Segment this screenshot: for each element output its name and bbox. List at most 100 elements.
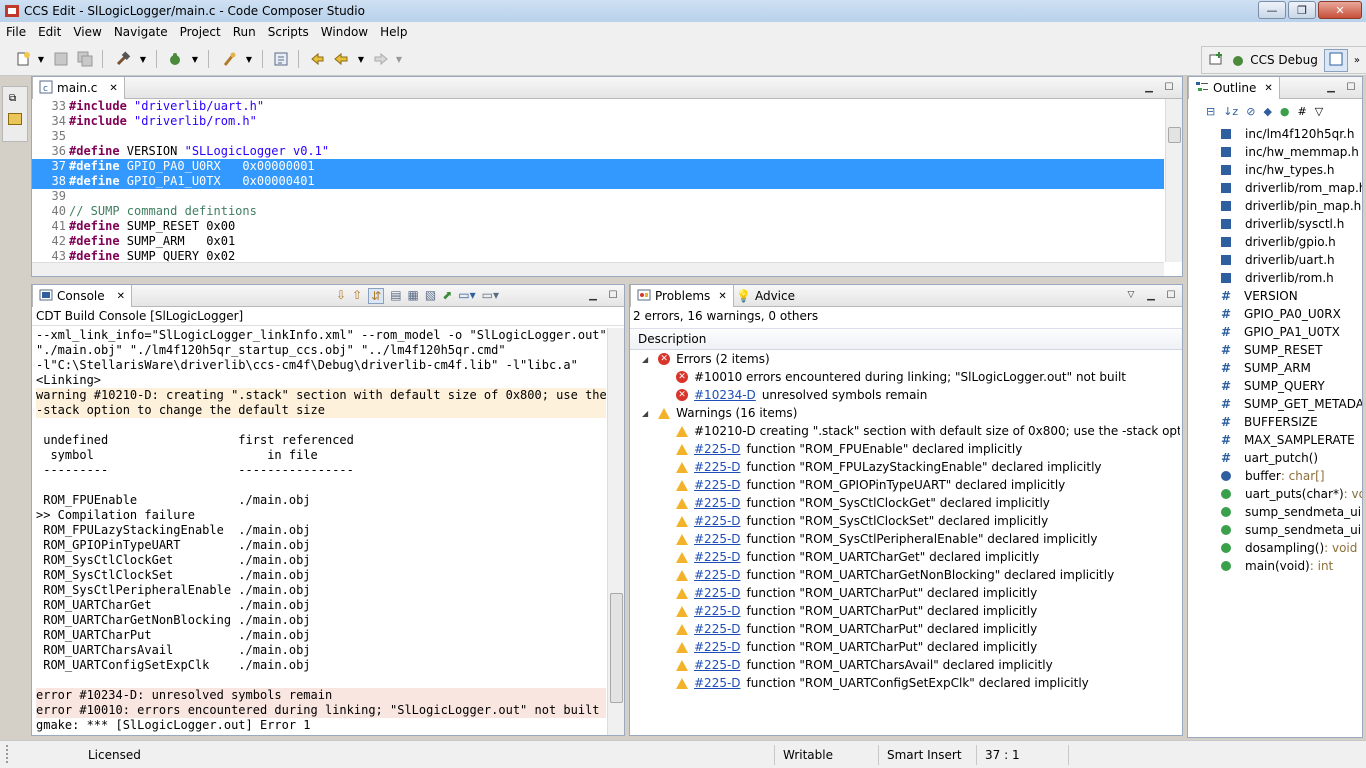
close-tab-icon[interactable]: ✕ <box>1264 83 1272 94</box>
problem-code-link[interactable]: #225-D <box>694 514 741 528</box>
minimize-view-icon[interactable]: ▁ <box>1142 80 1156 94</box>
dropdown-arrow-icon[interactable]: ▼ <box>352 50 370 68</box>
tab-console[interactable]: Console ✕ <box>32 285 133 307</box>
code-line[interactable]: 33 #include "driverlib/uart.h" <box>32 99 1164 114</box>
menu-navigate[interactable]: Navigate <box>108 25 174 39</box>
warning-row[interactable]: #225-D function "ROM_UARTCharPut" declare… <box>630 638 1180 656</box>
flash-icon[interactable] <box>220 50 238 68</box>
code-line[interactable]: 34 #include "driverlib/rom.h" <box>32 114 1164 129</box>
problem-code-link[interactable]: #225-D <box>694 550 741 564</box>
code-line[interactable]: 40// SUMP command defintions <box>32 204 1164 219</box>
outline-item[interactable]: # VERSION <box>1188 287 1362 305</box>
warning-row[interactable]: #225-D function "ROM_UARTCharPut" declare… <box>630 602 1180 620</box>
code-line[interactable]: 39 <box>32 189 1164 204</box>
outline-item[interactable]: inc/lm4f120h5qr.h <box>1188 125 1362 143</box>
scroll-down-icon[interactable]: ⇩ <box>336 288 346 304</box>
copy-icon[interactable]: ▤ <box>390 288 401 304</box>
close-tab-icon[interactable]: ✕ <box>109 83 117 94</box>
problem-code-link[interactable]: #225-D <box>694 658 741 672</box>
menu-run[interactable]: Run <box>227 25 262 39</box>
outline-item[interactable]: buffer : char[] <box>1188 467 1362 485</box>
view-menu-icon[interactable]: ▽ <box>1315 105 1323 118</box>
tab-main-c[interactable]: c main.c ✕ <box>32 77 125 99</box>
outline-item[interactable]: inc/hw_memmap.h <box>1188 143 1362 161</box>
sort-icon[interactable]: ↓z <box>1223 105 1238 118</box>
hide-non-public-icon[interactable]: ● <box>1280 105 1290 118</box>
outline-item[interactable]: # BUFFERSIZE <box>1188 413 1362 431</box>
outline-item[interactable]: sump_sendmeta_uint <box>1188 521 1362 539</box>
console-output[interactable]: --xml_link_info="SlLogicLogger_linkInfo.… <box>32 328 624 735</box>
warnings-group[interactable]: ◢ Warnings (16 items) <box>630 404 1180 422</box>
scrollbar-thumb[interactable] <box>610 593 623 703</box>
maximize-view-icon[interactable]: ☐ <box>1164 288 1178 302</box>
outline-item[interactable]: # SUMP_ARM <box>1188 359 1362 377</box>
forward-arrow-icon[interactable] <box>372 50 390 68</box>
problem-code-link[interactable]: #225-D <box>694 604 741 618</box>
scrollbar-thumb[interactable] <box>1168 127 1181 143</box>
problem-code-link[interactable]: #225-D <box>694 532 741 546</box>
problem-code-link[interactable]: #225-D <box>694 568 741 582</box>
code-line[interactable]: 36 #define VERSION "SLLogicLogger v0.1" <box>32 144 1164 159</box>
save-all-icon[interactable] <box>76 50 94 68</box>
warning-row[interactable]: #225-D function "ROM_UARTCharPut" declare… <box>630 620 1180 638</box>
terminal-icon[interactable] <box>272 50 290 68</box>
maximize-button[interactable]: ❐ <box>1288 1 1316 19</box>
menu-edit[interactable]: Edit <box>32 25 67 39</box>
code-line[interactable]: 42 #define SUMP_ARM 0x01 <box>32 234 1164 249</box>
dropdown-arrow-icon[interactable]: ▼ <box>32 50 50 68</box>
outline-item[interactable]: driverlib/uart.h <box>1188 251 1362 269</box>
code-line[interactable]: 43 #define SUMP_QUERY 0x02 <box>32 249 1164 262</box>
warning-row[interactable]: #225-D function "ROM_UARTCharGet" declare… <box>630 548 1180 566</box>
code-line[interactable]: 41 #define SUMP_RESET 0x00 <box>32 219 1164 234</box>
outline-item[interactable]: driverlib/sysctl.h <box>1188 215 1362 233</box>
warning-row[interactable]: #225-D function "ROM_GPIOPinTypeUART" dec… <box>630 476 1180 494</box>
dropdown-arrow-icon[interactable]: ▼ <box>240 50 258 68</box>
error-row[interactable]: ✕ #10010 errors encountered during linkin… <box>630 368 1180 386</box>
menu-project[interactable]: Project <box>174 25 227 39</box>
outline-item[interactable]: # SUMP_GET_METADATA <box>1188 395 1362 413</box>
problem-code-link[interactable]: #225-D <box>694 496 741 510</box>
outline-item[interactable]: # GPIO_PA0_U0RX <box>1188 305 1362 323</box>
minimize-view-icon[interactable]: ▁ <box>586 288 600 302</box>
outline-item[interactable]: dosampling() : void <box>1188 539 1362 557</box>
expand-twisty-icon[interactable]: ◢ <box>642 355 648 364</box>
minimize-button[interactable]: — <box>1258 1 1286 19</box>
debug-bug-icon[interactable] <box>166 50 184 68</box>
outline-item[interactable]: driverlib/rom_map.h <box>1188 179 1362 197</box>
tab-advice[interactable]: 💡 Advice <box>730 285 801 307</box>
description-column-header[interactable]: Description <box>630 328 1182 350</box>
warning-row[interactable]: #225-D function "ROM_FPUEnable" declared … <box>630 440 1180 458</box>
scroll-up-icon[interactable]: ⇧ <box>352 288 362 304</box>
dropdown-arrow-icon[interactable]: ▼ <box>390 50 408 68</box>
pin-console-icon[interactable]: ⬈ <box>442 288 452 304</box>
collapse-all-icon[interactable]: ⊟ <box>1206 105 1215 118</box>
hide-fields-icon[interactable]: ⊘ <box>1246 105 1255 118</box>
display-console-icon[interactable]: ▭▾ <box>458 288 475 304</box>
console-vertical-scrollbar[interactable] <box>607 328 624 735</box>
dropdown-arrow-icon[interactable]: ▼ <box>134 50 152 68</box>
warning-row[interactable]: #10210-D creating ".stack" section with … <box>630 422 1180 440</box>
outline-item[interactable]: # SUMP_QUERY <box>1188 377 1362 395</box>
menu-scripts[interactable]: Scripts <box>262 25 315 39</box>
ccs-edit-perspective-icon[interactable] <box>1323 48 1348 72</box>
problem-code-link[interactable]: #10234-D <box>694 388 756 402</box>
outline-item[interactable]: driverlib/pin_map.h <box>1188 197 1362 215</box>
editor-horizontal-scrollbar[interactable] <box>32 262 1164 276</box>
error-row[interactable]: ✕ #10234-D unresolved symbols remain <box>630 386 1180 404</box>
warning-row[interactable]: #225-D function "ROM_SysCtlClockGet" decl… <box>630 494 1180 512</box>
problem-code-link[interactable]: #225-D <box>694 442 741 456</box>
outline-item[interactable]: sump_sendmeta_uint <box>1188 503 1362 521</box>
hide-macros-icon[interactable]: # <box>1298 105 1307 118</box>
code-line[interactable]: 38 #define GPIO_PA1_U0TX 0x00000401 <box>32 174 1164 189</box>
outline-item[interactable]: # GPIO_PA1_U0TX <box>1188 323 1362 341</box>
warning-row[interactable]: #225-D function "ROM_SysCtlPeripheralEnab… <box>630 530 1180 548</box>
problem-code-link[interactable]: #225-D <box>694 478 741 492</box>
scroll-lock-icon[interactable]: ⇵ <box>368 288 385 304</box>
view-menu-icon[interactable]: ▽ <box>1124 288 1138 302</box>
warning-row[interactable]: #225-D function "ROM_UARTCharsAvail" decl… <box>630 656 1180 674</box>
close-tab-icon[interactable]: ✕ <box>718 291 726 302</box>
editor-vertical-scrollbar[interactable] <box>1165 99 1182 262</box>
project-explorer-icon[interactable] <box>8 113 22 125</box>
tab-problems[interactable]: Problems ✕ <box>630 285 734 307</box>
warning-row[interactable]: #225-D function "ROM_FPULazyStackingEnabl… <box>630 458 1180 476</box>
